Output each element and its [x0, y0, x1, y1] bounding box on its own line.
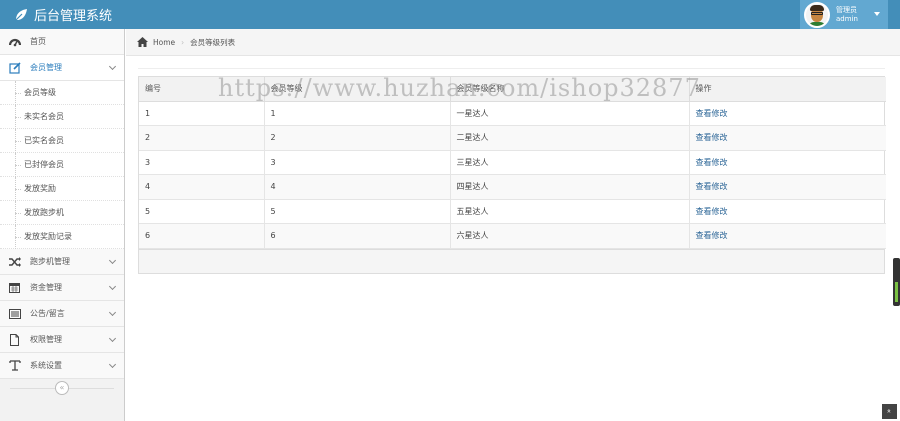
- cell-level: 1: [264, 101, 451, 126]
- table-header-row: 编号 会员等级 会员等级名称 操作: [139, 77, 886, 102]
- sidebar-item-label: 首页: [30, 37, 46, 46]
- double-chevron-left-icon: «: [59, 383, 65, 392]
- sidebar-item-home[interactable]: 首页: [0, 29, 124, 55]
- chevron-down-icon: [108, 256, 117, 265]
- submenu-item-member-level[interactable]: 会员等级: [0, 81, 124, 105]
- leaf-icon: [14, 8, 27, 21]
- sidebar: 首页 会员管理 会员等级 未实名会员 已实名会员 已封停会员 发放奖励 发放跑步…: [0, 29, 125, 421]
- table-row: 1 1 一星达人 查看修改: [139, 101, 886, 126]
- breadcrumb: Home › 会员等级列表: [126, 29, 900, 56]
- submenu-item-verified[interactable]: 已实名会员: [0, 129, 124, 153]
- sidebar-item-treadmills[interactable]: 跑步机管理: [0, 249, 124, 275]
- chevron-down-icon: [108, 308, 117, 317]
- file-icon: [8, 333, 21, 346]
- breadcrumb-home-link[interactable]: Home: [153, 38, 175, 47]
- table-row: 3 3 三星达人 查看修改: [139, 150, 886, 175]
- submenu-item-issue-treadmill[interactable]: 发放跑步机: [0, 201, 124, 225]
- top-navbar: 后台管理系统 管理员 admin: [0, 0, 900, 29]
- random-icon: [8, 255, 21, 268]
- chevron-down-icon: [108, 62, 117, 71]
- chevron-right-icon: ›: [181, 37, 185, 47]
- user-menu[interactable]: 管理员 admin: [800, 0, 888, 29]
- view-edit-link[interactable]: 查看修改: [696, 133, 728, 142]
- cell-level-name: 五星达人: [450, 199, 690, 224]
- submenu-item-banned[interactable]: 已封停会员: [0, 153, 124, 177]
- chevron-down-icon: [108, 360, 117, 369]
- cell-id: 3: [139, 150, 265, 175]
- sidebar-item-label: 公告/留言: [30, 309, 65, 318]
- submenu-item-reward-records[interactable]: 发放奖励记录: [0, 225, 124, 249]
- sidebar-item-label: 系统设置: [30, 361, 62, 370]
- view-edit-link[interactable]: 查看修改: [696, 207, 728, 216]
- sidebar-item-announcements[interactable]: 公告/留言: [0, 301, 124, 327]
- view-edit-link[interactable]: 查看修改: [696, 158, 728, 167]
- table-row: 6 6 六星达人 查看修改: [139, 223, 886, 249]
- sidebar-item-label: 会员管理: [30, 63, 62, 72]
- cell-id: 1: [139, 101, 265, 126]
- column-header-level[interactable]: 会员等级: [264, 77, 451, 102]
- chevron-down-icon: [108, 282, 117, 291]
- cell-level: 5: [264, 199, 451, 224]
- cell-id: 5: [139, 199, 265, 224]
- chevron-down-icon: [108, 334, 117, 343]
- edit-icon: [8, 61, 21, 74]
- column-header-id[interactable]: 编号: [139, 77, 265, 102]
- view-edit-link[interactable]: 查看修改: [696, 109, 728, 118]
- calendar-icon: [8, 281, 21, 294]
- submenu-item-unverified[interactable]: 未实名会员: [0, 105, 124, 129]
- cell-level-name: 六星达人: [450, 223, 690, 249]
- sidebar-item-settings[interactable]: 系统设置: [0, 353, 124, 379]
- double-chevron-up-icon: »: [885, 408, 894, 414]
- scroll-indicator[interactable]: [893, 258, 900, 306]
- cell-level-name: 三星达人: [450, 150, 690, 175]
- breadcrumb-current: 会员等级列表: [190, 37, 236, 47]
- sidebar-collapse-bar: «: [0, 379, 124, 397]
- back-to-top-button[interactable]: »: [882, 404, 897, 419]
- sidebar-item-label: 跑步机管理: [30, 257, 70, 266]
- text-icon: [8, 359, 21, 372]
- sidebar-item-funds[interactable]: 资金管理: [0, 275, 124, 301]
- submenu-item-issue-reward[interactable]: 发放奖励: [0, 177, 124, 201]
- cell-id: 4: [139, 174, 265, 200]
- list-icon: [8, 307, 21, 320]
- cell-id: 6: [139, 223, 265, 249]
- table-row: 5 5 五星达人 查看修改: [139, 199, 886, 224]
- column-header-level-name[interactable]: 会员等级名称: [450, 77, 690, 102]
- user-role: 管理员: [836, 5, 857, 14]
- cell-level: 3: [264, 150, 451, 175]
- cell-id: 2: [139, 125, 265, 151]
- view-edit-link[interactable]: 查看修改: [696, 231, 728, 240]
- avatar: [804, 1, 830, 28]
- cell-level: 4: [264, 174, 451, 200]
- brand[interactable]: 后台管理系统: [14, 0, 112, 29]
- cell-level-name: 一星达人: [450, 101, 690, 126]
- sidebar-item-label: 权限管理: [30, 335, 62, 344]
- sidebar-item-label: 资金管理: [30, 283, 62, 292]
- column-header-actions: 操作: [689, 77, 886, 102]
- sidebar-item-permissions[interactable]: 权限管理: [0, 327, 124, 353]
- cell-level-name: 四星达人: [450, 174, 690, 200]
- cell-level: 6: [264, 223, 451, 249]
- app-title: 后台管理系统: [34, 9, 113, 24]
- collapse-sidebar-button[interactable]: «: [55, 381, 69, 395]
- home-icon: [137, 37, 148, 47]
- table-row: 4 4 四星达人 查看修改: [139, 174, 886, 200]
- sidebar-item-members[interactable]: 会员管理: [0, 55, 124, 81]
- dashboard-icon: [8, 35, 21, 48]
- member-level-table: 编号 会员等级 会员等级名称 操作 1 1 一星达人 查看修改 2 2 二星达人: [138, 76, 886, 274]
- table-footer: [139, 248, 884, 273]
- user-name: admin: [836, 14, 858, 23]
- table-row: 2 2 二星达人 查看修改: [139, 125, 886, 151]
- view-edit-link[interactable]: 查看修改: [696, 182, 728, 191]
- caret-down-icon: [874, 12, 880, 16]
- cell-level: 2: [264, 125, 451, 151]
- cell-level-name: 二星达人: [450, 125, 690, 151]
- main-content: 编号 会员等级 会员等级名称 操作 1 1 一星达人 查看修改 2 2 二星达人: [126, 56, 900, 421]
